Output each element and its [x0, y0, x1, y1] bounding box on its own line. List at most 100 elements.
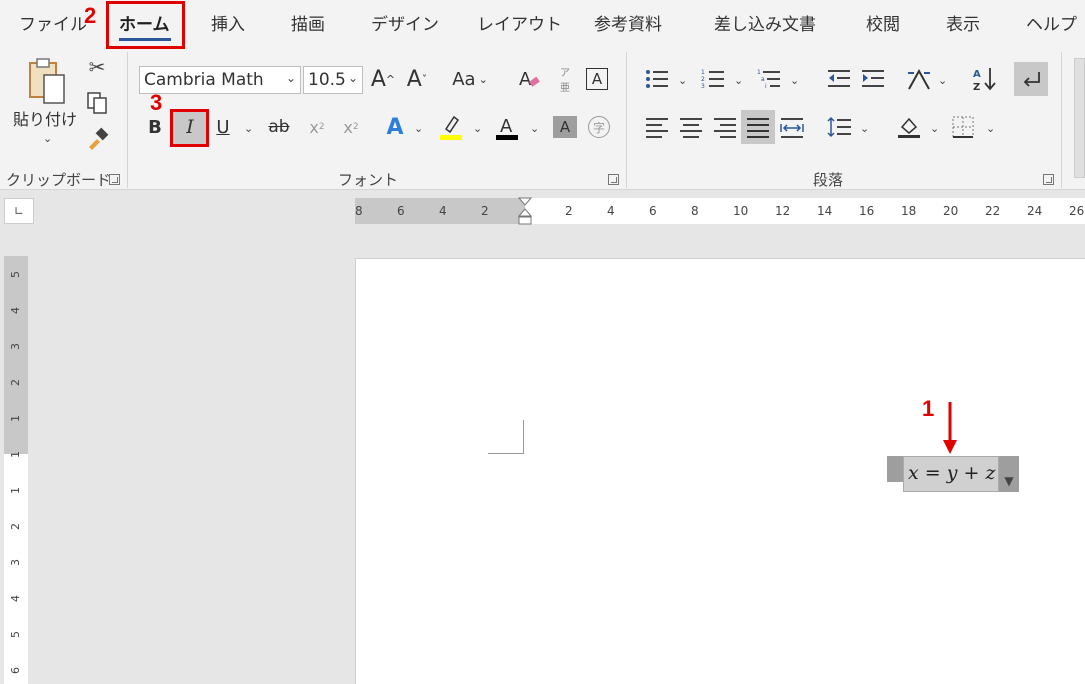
- ruler-tick-label: 24: [1027, 204, 1043, 218]
- tab-review[interactable]: 校閲: [866, 10, 900, 35]
- bullets-dropdown-icon[interactable]: ⌄: [678, 74, 687, 87]
- shading-icon[interactable]: [892, 110, 926, 144]
- clear-formatting-icon[interactable]: A: [512, 62, 546, 96]
- paragraph-group-label: 段落: [813, 171, 844, 189]
- cut-icon[interactable]: ✂: [84, 54, 110, 80]
- show-formatting-marks-icon[interactable]: [1014, 62, 1048, 96]
- ruler-tick-label: 14: [817, 204, 833, 218]
- font-color-icon[interactable]: A: [490, 110, 524, 144]
- text-effects-dropdown-icon[interactable]: ⌄: [414, 122, 423, 135]
- ruler-tick-label: 8: [691, 204, 699, 218]
- change-case-label: Aa: [452, 68, 476, 90]
- paste-label[interactable]: 貼り付け: [13, 106, 77, 130]
- highlight-color-icon[interactable]: [434, 110, 468, 144]
- ruler-tick-label: 3: [9, 559, 22, 566]
- tab-help[interactable]: ヘルプ: [1026, 10, 1077, 35]
- font-color-dropdown-icon[interactable]: ⌄: [530, 122, 539, 135]
- svg-text:1: 1: [701, 69, 705, 76]
- ruler-tick-label: 5: [9, 631, 22, 638]
- tab-layout[interactable]: レイアウト: [477, 10, 562, 35]
- tab-references[interactable]: 参考資料: [594, 10, 662, 35]
- decrease-indent-icon[interactable]: [822, 62, 856, 96]
- clipboard-group-label: クリップボード: [6, 171, 112, 189]
- font-size-value: 10.5: [308, 70, 346, 90]
- character-shading-icon[interactable]: A: [548, 110, 582, 144]
- tab-view[interactable]: 表示: [946, 10, 980, 35]
- numbering-dropdown-icon[interactable]: ⌄: [734, 74, 743, 87]
- paste-dropdown-icon[interactable]: ⌄: [43, 132, 52, 145]
- equation-handle[interactable]: [887, 456, 903, 482]
- shrink-font-icon[interactable]: Aˇ: [400, 62, 434, 96]
- tab-selector[interactable]: ∟: [4, 198, 34, 224]
- align-center-icon[interactable]: [674, 110, 708, 144]
- styles-gallery[interactable]: [1074, 58, 1085, 178]
- equation-options-icon[interactable]: ▼: [999, 456, 1019, 492]
- font-launcher-icon[interactable]: [608, 174, 619, 185]
- highlight-dropdown-icon[interactable]: ⌄: [473, 122, 482, 135]
- grow-font-icon[interactable]: A ^: [366, 62, 400, 96]
- group-separator: [626, 52, 627, 188]
- distributed-icon[interactable]: [775, 110, 809, 144]
- character-border-icon[interactable]: A: [580, 62, 614, 96]
- tab-insert[interactable]: 挿入: [211, 10, 245, 35]
- align-left-icon[interactable]: [640, 110, 674, 144]
- tab-file[interactable]: ファイル: [19, 10, 87, 35]
- ruler-tick-label: 12: [775, 204, 791, 218]
- clipboard-launcher-icon[interactable]: [109, 174, 120, 185]
- subscript-button[interactable]: x2: [300, 110, 334, 144]
- format-painter-icon[interactable]: [84, 126, 110, 152]
- paragraph-launcher-icon[interactable]: [1043, 174, 1054, 185]
- underline-dropdown-icon[interactable]: ⌄: [244, 122, 253, 135]
- enclose-characters-icon[interactable]: 字: [582, 110, 616, 144]
- shading-dropdown-icon[interactable]: ⌄: [930, 122, 939, 135]
- tab-design[interactable]: デザイン: [371, 10, 439, 35]
- strikethrough-button[interactable]: ab: [262, 110, 296, 144]
- superscript-label: x: [343, 117, 353, 137]
- ruler-tick-label: 3: [9, 343, 22, 350]
- asian-layout-dropdown-icon[interactable]: ⌄: [938, 74, 947, 87]
- multilevel-dropdown-icon[interactable]: ⌄: [790, 74, 799, 87]
- change-case-button[interactable]: Aa ⌄: [446, 62, 494, 96]
- ruler-tick-label: 22: [985, 204, 1001, 218]
- text-effects-icon[interactable]: A: [378, 110, 412, 144]
- sort-icon[interactable]: AZ: [968, 62, 1002, 96]
- justify-icon[interactable]: [741, 110, 775, 144]
- svg-text:1: 1: [757, 69, 761, 76]
- font-name-combo[interactable]: Cambria Math ⌄: [139, 66, 301, 94]
- asian-layout-icon[interactable]: [902, 62, 936, 96]
- bold-label: B: [148, 116, 162, 138]
- annotation-step-1: 1: [922, 396, 935, 421]
- vertical-ruler[interactable]: 5 4 3 2 1 1 1 2 3 4 5 6: [4, 256, 28, 684]
- phonetic-guide-icon[interactable]: ア亜: [548, 62, 582, 96]
- ruler-tick-label: 2: [481, 204, 489, 218]
- svg-text:A: A: [519, 69, 532, 90]
- tab-draw[interactable]: 描画: [291, 10, 325, 35]
- ruler-tick-label: 20: [943, 204, 959, 218]
- ruler-tick-label: 6: [397, 204, 405, 218]
- copy-icon[interactable]: [84, 90, 110, 116]
- equation-box[interactable]: x = y + z: [903, 456, 999, 492]
- line-spacing-dropdown-icon[interactable]: ⌄: [860, 122, 869, 135]
- subscript-label: x: [309, 117, 319, 137]
- borders-icon[interactable]: [946, 110, 980, 144]
- ruler-tick-label: 6: [649, 204, 657, 218]
- ruler-tick-label: 6: [9, 667, 22, 674]
- borders-dropdown-icon[interactable]: ⌄: [986, 122, 995, 135]
- paste-icon[interactable]: [22, 56, 70, 108]
- annotation-box-italic: [170, 109, 209, 147]
- indent-marker-icon[interactable]: [517, 197, 533, 225]
- ruler-tick-label: 8: [355, 204, 363, 218]
- line-spacing-icon[interactable]: [822, 110, 856, 144]
- align-right-icon[interactable]: [708, 110, 742, 144]
- increase-indent-icon[interactable]: [856, 62, 890, 96]
- superscript-button[interactable]: x2: [334, 110, 368, 144]
- multilevel-list-icon[interactable]: 1ai: [752, 62, 786, 96]
- horizontal-ruler[interactable]: 8 6 4 2 2 4 6 8 10 12 14 16 18 20 22 24 26: [355, 197, 1085, 225]
- ruler-tick-label: 5: [9, 271, 22, 278]
- numbering-icon[interactable]: 123: [696, 62, 730, 96]
- annotation-box-home-tab: [106, 1, 185, 49]
- bullets-icon[interactable]: [640, 62, 674, 96]
- tab-mailings[interactable]: 差し込み文書: [714, 10, 816, 35]
- underline-button[interactable]: U: [206, 110, 240, 144]
- font-size-combo[interactable]: 10.5 ⌄: [303, 66, 363, 94]
